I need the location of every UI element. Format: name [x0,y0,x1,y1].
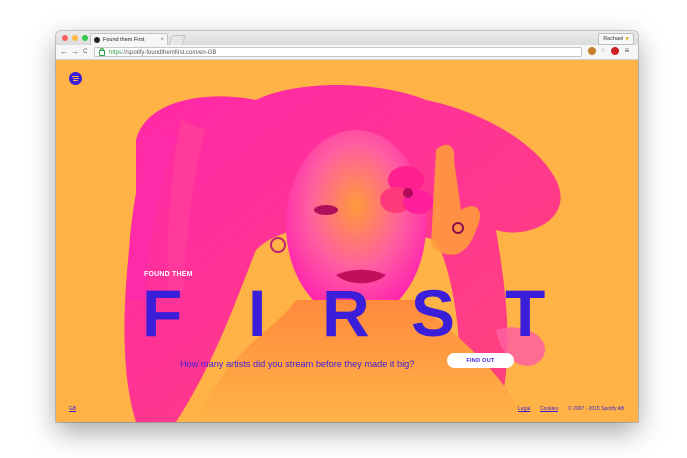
earring-shape [270,237,286,253]
find-out-button[interactable]: FIND OUT [447,353,514,368]
profile-name: Rachael [603,36,624,42]
copyright-text: © 2007 - 2015 Spotify AB [568,406,625,412]
reload-button[interactable]: C [83,47,87,57]
hero-letter-t: T [505,276,546,350]
legal-link[interactable]: Legal [518,406,530,412]
url-scheme: https [109,50,123,56]
window-controls [62,35,88,41]
address-bar[interactable]: https://spotify-foundthemfirst.com/en-GB [94,47,582,57]
tab-found-them-first[interactable]: Found them First × [90,33,168,45]
spotify-logo-icon[interactable] [69,72,82,85]
spotify-favicon-icon [94,36,100,43]
profile-button[interactable]: Rachael ● [598,33,634,45]
extension-cookie-icon[interactable] [588,47,596,55]
tab-close-icon[interactable]: × [160,37,164,43]
pinterest-extension-icon[interactable] [611,47,619,55]
tab-bar: Found them First × Rachael ● [56,31,638,46]
hero-letter-i: I [248,276,267,350]
minimize-window-button[interactable] [72,35,78,41]
hero-letter-f: F [142,276,183,350]
browser-toolbar: ← → C https://spotify-foundthemfirst.com… [56,45,638,60]
locale-link[interactable]: GB [69,406,76,412]
back-button[interactable]: ← [60,47,68,57]
url-rest: ://spotify-foundthemfirst.com/en-GB [122,50,217,56]
cookies-link[interactable]: Cookies [540,406,558,412]
forward-button[interactable]: → [71,47,79,57]
tab-title: Found them First [103,36,145,43]
hero-letter-s: S [411,276,456,350]
hero-letter-r: R [322,276,370,350]
lock-icon [99,48,105,56]
page-content: FOUND THEM F I R S T How many artists di… [56,60,638,422]
eye-shape [314,205,338,215]
hero-question: How many artists did you stream before t… [180,359,415,369]
bookmark-star-icon[interactable]: ☆ [599,47,607,55]
close-window-button[interactable] [62,35,68,41]
browser-window: Found them First × Rachael ● ← → C https… [56,31,638,422]
profile-avatar-icon: ● [625,36,629,42]
browser-menu-icon[interactable]: ≡ [623,47,631,55]
zoom-window-button[interactable] [82,35,88,41]
